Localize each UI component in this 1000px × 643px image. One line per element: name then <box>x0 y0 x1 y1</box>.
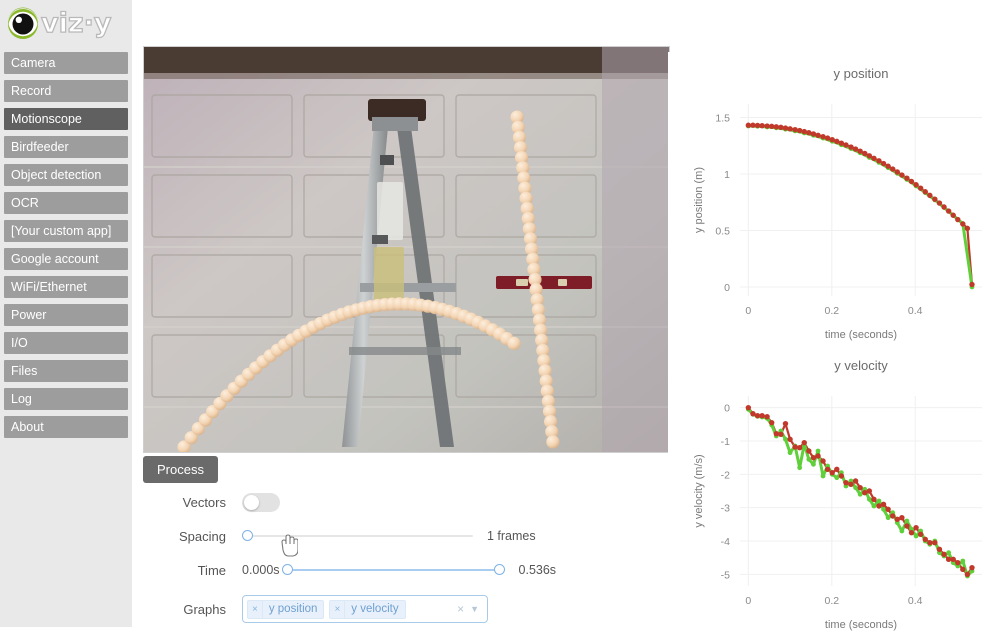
sidebar-item-label: Google account <box>11 252 99 266</box>
sidebar-item-about[interactable]: About <box>4 416 128 438</box>
svg-text:0.5: 0.5 <box>715 225 730 237</box>
video-image <box>144 47 669 452</box>
svg-text:1: 1 <box>724 169 730 181</box>
sidebar-item-label: Motionscope <box>11 112 82 126</box>
sidebar-item-motionscope[interactable]: Motionscope <box>4 108 128 130</box>
svg-text:0.2: 0.2 <box>824 595 839 607</box>
svg-text:-5: -5 <box>721 569 730 581</box>
spacing-slider-track <box>242 535 473 537</box>
vectors-toggle-knob <box>244 494 259 510</box>
spacing-label: Spacing <box>179 528 226 544</box>
clear-icon[interactable]: × <box>451 602 470 616</box>
svg-text:0.4: 0.4 <box>908 305 923 317</box>
motionscope-app: viz·y Camera Record Motionscope Birdfeeder O… <box>0 0 1000 643</box>
brand-logo[interactable]: viz·y <box>6 4 132 44</box>
graph-tag[interactable]: × y position <box>247 599 325 619</box>
sidebar-item-label: Power <box>11 308 47 322</box>
sidebar-item-label: Files <box>11 364 38 378</box>
vectors-label: Vectors <box>182 494 226 510</box>
sidebar-item-power[interactable]: Power <box>4 304 128 326</box>
svg-text:y velocity (m/s): y velocity (m/s) <box>693 454 705 527</box>
svg-text:0: 0 <box>724 282 730 294</box>
sidebar-nav: Camera Record Motionscope Birdfeeder Object … <box>4 52 128 444</box>
sidebar-item-label: WiFi/Ethernet <box>11 280 87 294</box>
y-position-chart[interactable]: y position 0 0.5 1 1.5 0 0.2 0.4 time (seconds) y… <box>668 52 1000 344</box>
sidebar-item-label: [Your custom app] <box>11 224 112 238</box>
sidebar-item-label: I/O <box>11 336 28 350</box>
graph-tag-label: y position <box>268 603 318 615</box>
graph-tag[interactable]: × y velocity <box>329 599 406 619</box>
svg-text:time (seconds): time (seconds) <box>825 619 897 631</box>
time-slider-handle-start[interactable] <box>281 564 293 575</box>
svg-text:0.2: 0.2 <box>824 305 839 317</box>
time-start-value: 0.000s <box>242 563 280 577</box>
sidebar-item-your-custom-app[interactable]: [Your custom app] <box>4 220 128 242</box>
sidebar-item-camera[interactable]: Camera <box>4 52 128 74</box>
svg-text:y position: y position <box>834 66 889 81</box>
svg-text:0: 0 <box>745 595 751 607</box>
sidebar: viz·y Camera Record Motionscope Birdfeeder O… <box>0 0 132 627</box>
svg-text:-1: -1 <box>721 436 730 448</box>
sidebar-item-label: OCR <box>11 196 39 210</box>
sidebar-item-label: Camera <box>11 56 56 70</box>
svg-text:0.4: 0.4 <box>908 595 923 607</box>
vectors-toggle[interactable] <box>242 492 280 512</box>
svg-text:y position (m): y position (m) <box>693 167 705 233</box>
svg-text:0: 0 <box>745 305 751 317</box>
sidebar-item-record[interactable]: Record <box>4 80 128 102</box>
svg-text:-3: -3 <box>721 503 730 515</box>
sidebar-item-label: Record <box>11 84 52 98</box>
sidebar-item-label: Log <box>11 392 32 406</box>
chevron-down-icon[interactable]: ▼ <box>470 604 483 614</box>
graphs-multiselect[interactable]: × y position × y velocity × ▼ <box>242 595 488 623</box>
sidebar-item-label: Object detection <box>11 168 102 182</box>
spacing-slider[interactable] <box>242 526 473 546</box>
motionscope-video-frame[interactable] <box>143 46 670 453</box>
sidebar-item-log[interactable]: Log <box>4 388 128 410</box>
sidebar-item-google-account[interactable]: Google account <box>4 248 128 270</box>
eye-icon <box>6 7 40 41</box>
sidebar-item-label: Birdfeeder <box>11 140 69 154</box>
svg-text:y velocity: y velocity <box>834 358 888 373</box>
graphs-label: Graphs <box>183 601 226 617</box>
sidebar-item-i-o[interactable]: I/O <box>4 332 128 354</box>
sidebar-item-files[interactable]: Files <box>4 360 128 382</box>
time-slider-handle-end[interactable] <box>493 564 505 575</box>
close-icon[interactable]: × <box>248 600 263 618</box>
process-button[interactable]: Process <box>143 456 218 483</box>
controls-panel: Process Vectors Spacing 1 frames Time 0.… <box>143 456 668 629</box>
time-slider-track <box>281 569 505 571</box>
time-range-slider[interactable] <box>281 560 505 580</box>
sidebar-item-object-detection[interactable]: Object detection <box>4 164 128 186</box>
time-row: Time 0.000s 0.536s <box>143 555 668 585</box>
close-icon[interactable]: × <box>330 600 346 618</box>
svg-text:-2: -2 <box>721 469 730 481</box>
graph-tag-label: y velocity <box>351 603 399 615</box>
brand-name: viz·y <box>40 7 112 39</box>
graphs-row: Graphs × y position × y velocity × ▼ <box>143 589 668 629</box>
spacing-row: Spacing 1 frames <box>143 521 668 551</box>
spacing-value: 1 frames <box>487 529 536 543</box>
spacing-slider-handle[interactable] <box>242 530 253 541</box>
vectors-row: Vectors <box>143 487 668 517</box>
svg-text:time (seconds): time (seconds) <box>825 329 897 341</box>
sidebar-item-wifi-ethernet[interactable]: WiFi/Ethernet <box>4 276 128 298</box>
graphs-select-actions: × ▼ <box>451 602 483 616</box>
time-end-value: 0.536s <box>518 563 557 577</box>
sidebar-item-ocr[interactable]: OCR <box>4 192 128 214</box>
svg-text:1.5: 1.5 <box>715 113 730 125</box>
sidebar-item-label: About <box>11 420 44 434</box>
svg-text:0: 0 <box>724 403 730 415</box>
svg-text:-4: -4 <box>721 536 730 548</box>
sidebar-item-birdfeeder[interactable]: Birdfeeder <box>4 136 128 158</box>
y-velocity-chart[interactable]: y velocity 0 -1 -2 -3 -4 -5 0 0.2 0.4 time (second… <box>668 344 1000 634</box>
time-label: Time <box>197 562 226 578</box>
